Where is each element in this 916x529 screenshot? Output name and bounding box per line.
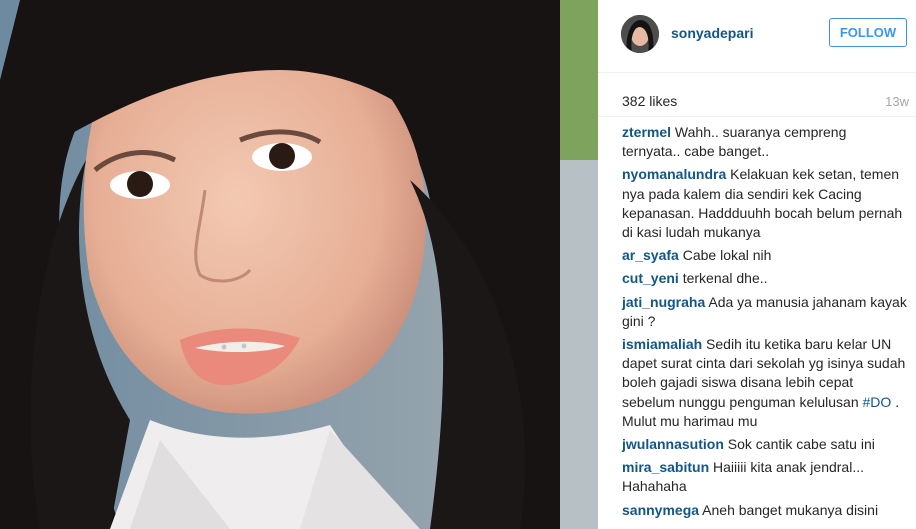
- comment-item: sannymega Aneh banget mukanya disini: [622, 501, 908, 520]
- comment-username[interactable]: sannymega: [622, 502, 699, 518]
- comment-text: terkenal dhe..: [682, 270, 768, 287]
- comment-text: Cabe lokal nih: [682, 247, 772, 264]
- profile-avatar-icon: [621, 15, 659, 53]
- post-photo[interactable]: [0, 0, 598, 529]
- comment-username[interactable]: jati_nugraha: [622, 294, 705, 310]
- comment-text: Aneh banget mukanya disini: [702, 501, 879, 518]
- comment-item: mira_sabitun Haiiiii kita anak jendral..…: [622, 458, 908, 496]
- post-author-username[interactable]: sonyadepari: [671, 25, 753, 41]
- comment-item: jati_nugraha Ada ya manusia jahanam kaya…: [622, 293, 908, 331]
- post-stats: 382 likes 13w: [598, 86, 916, 117]
- comment-username[interactable]: mira_sabitun: [622, 459, 709, 475]
- post-age[interactable]: 13w: [885, 94, 909, 109]
- follow-button[interactable]: FOLLOW: [829, 18, 907, 47]
- likes-count[interactable]: 382 likes: [622, 93, 677, 109]
- post-header: sonyadepari FOLLOW: [598, 0, 916, 73]
- post-photo-image: [0, 0, 598, 529]
- comment-item: nyomanalundra Kelakuan kek setan, temen …: [622, 165, 908, 242]
- comment-item: ztermel Wahh.. suaranya cempreng ternyat…: [622, 123, 908, 161]
- comment-username[interactable]: nyomanalundra: [622, 166, 726, 182]
- comment-username[interactable]: jwulannasution: [622, 436, 724, 452]
- comment-item: jwulannasution Sok cantik cabe satu ini: [622, 435, 908, 454]
- comment-username[interactable]: ar_syafa: [622, 247, 679, 263]
- comment-text: Sok cantik cabe satu ini: [727, 436, 875, 453]
- comment-item: ar_syafa Cabe lokal nih: [622, 246, 908, 265]
- avatar[interactable]: [621, 15, 659, 53]
- comment-item: ismiamaliah Sedih itu ketika baru kelar …: [622, 335, 908, 431]
- comment-username[interactable]: ztermel: [622, 124, 671, 140]
- hashtag-link[interactable]: #DO: [863, 394, 892, 410]
- comment-username[interactable]: cut_yeni: [622, 270, 679, 286]
- post-sidebar: sonyadepari FOLLOW 382 likes 13w ztermel…: [598, 0, 916, 529]
- comment-list: ztermel Wahh.. suaranya cempreng ternyat…: [622, 123, 908, 524]
- comment-username[interactable]: ismiamaliah: [622, 336, 702, 352]
- comment-item: cut_yeni terkenal dhe..: [622, 269, 908, 288]
